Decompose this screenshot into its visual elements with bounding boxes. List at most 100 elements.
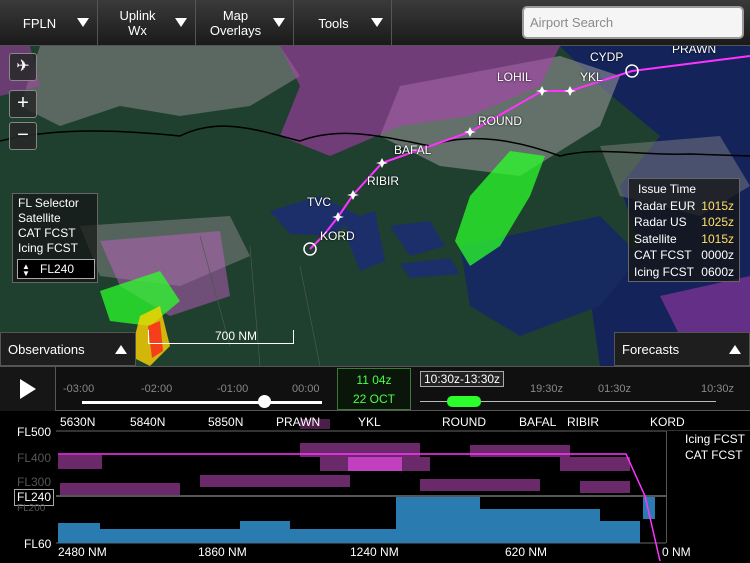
overlays-label: Overlays — [209, 23, 262, 38]
chevron-up-icon — [729, 345, 741, 354]
weather-map[interactable]: CYDP PRAWN LOHIL YKL ROUND BAFAL RIBIR T… — [0, 46, 750, 366]
waypoint-label: ROUND — [478, 114, 522, 128]
fc-tick-label: 19:30z — [530, 383, 564, 395]
flight-level-label: FL300 — [17, 475, 52, 489]
profile-waypoint: KORD — [650, 415, 685, 429]
app-window: FPLN Uplink Wx Map Overlays Tools Airpor… — [0, 0, 750, 563]
observations-label: Observations — [8, 342, 85, 357]
flight-level-label: FL500 — [17, 425, 52, 439]
issue-time: 0600z — [701, 264, 734, 279]
flight-level-label: FL400 — [17, 451, 52, 465]
wx-label: Wx — [128, 23, 147, 38]
profile-distance: 620 NM — [505, 545, 548, 559]
uplink-wx-button[interactable]: Uplink Wx — [98, 0, 196, 46]
profile-legend: Icing FCST CAT FCST — [666, 431, 750, 543]
profile-distance: 1240 NM — [350, 545, 399, 559]
current-time: 11 04z — [356, 373, 392, 387]
flight-level-value: FL240 — [40, 262, 75, 276]
observation-slider-track[interactable] — [82, 401, 322, 404]
uplink-label: Uplink — [119, 8, 156, 23]
issue-time-row: CAT FCST 0000z — [634, 247, 734, 264]
issue-time-row: Satellite 1015z — [634, 231, 734, 248]
chevron-down-icon — [77, 18, 89, 27]
zoom-in-button[interactable]: + — [9, 90, 37, 118]
obs-tick-label: 00:00 — [292, 383, 320, 395]
issue-time: 1025z — [701, 215, 734, 229]
issue-time-row: Radar US 1025z — [634, 214, 734, 231]
up-down-arrow-icon: ▲ ▼ — [22, 262, 30, 278]
issue-time: 1015z — [701, 198, 734, 213]
issue-time: 1015z — [701, 231, 734, 246]
profile-waypoint: 5850N — [208, 415, 244, 429]
airport-search-input[interactable] — [522, 6, 744, 39]
fpln-label: FPLN — [22, 15, 57, 31]
fl-selector-panel: FL Selector Satellite CAT FCST Icing FCS… — [12, 193, 98, 283]
profile-waypoint: RIBIR — [567, 415, 600, 429]
waypoint-label: PRAWN — [672, 46, 717, 56]
map-overlays-button[interactable]: Map Overlays — [196, 0, 294, 46]
flight-level-label: FL60 — [24, 537, 52, 551]
fc-tick-label: 10:30z — [701, 383, 735, 395]
play-icon — [20, 379, 36, 399]
issue-label: Radar EUR — [634, 198, 696, 213]
tools-button[interactable]: Tools — [294, 0, 392, 46]
tools-label: Tools — [318, 15, 349, 31]
forecast-range-label: 10:30z-13:30z — [420, 371, 505, 387]
issue-label: Satellite — [634, 231, 677, 246]
scale-label: 700 NM — [215, 329, 258, 343]
waypoint-label: RIBIR — [367, 174, 400, 188]
fpln-button[interactable]: FPLN — [0, 0, 98, 46]
obs-tick-label: -03:00 — [63, 383, 95, 395]
chevron-down-icon — [371, 18, 383, 27]
profile-waypoint: PRAWN — [276, 415, 321, 429]
profile-distance: 0 NM — [662, 545, 691, 559]
obs-tick-label: -01:00 — [217, 383, 249, 395]
chevron-down-icon — [273, 18, 285, 27]
fc-tick-label: 01:30z — [598, 383, 632, 395]
airplane-center-button[interactable]: ✈ — [9, 53, 37, 81]
forecast-slider-handle[interactable] — [447, 396, 481, 407]
profile-distance: 2480 NM — [58, 545, 107, 559]
issue-label: Icing FCST — [634, 264, 695, 279]
time-slider-bar: -03:00 -02:00 -01:00 00:00 11 04z 22 OCT… — [0, 366, 750, 411]
issue-time-row: Icing FCST 0600z — [634, 264, 734, 281]
observations-button[interactable]: Observations — [0, 332, 136, 366]
profile-distance: 1860 NM — [198, 545, 247, 559]
profile-waypoint: YKL — [358, 415, 381, 429]
profile-waypoint: 5630N — [60, 415, 96, 429]
zoom-out-button[interactable]: − — [9, 122, 37, 150]
waypoint-label: LOHIL — [497, 70, 532, 84]
fl-layer-item[interactable]: CAT FCST — [18, 226, 92, 241]
map-label: Map — [222, 8, 249, 23]
issue-time: 0000z — [701, 248, 734, 262]
profile-waypoint: BAFAL — [519, 415, 557, 429]
top-toolbar: FPLN Uplink Wx Map Overlays Tools — [0, 0, 750, 46]
profile-waypoint: ROUND — [442, 415, 486, 429]
current-date: 22 OCT — [352, 392, 395, 406]
observation-slider-handle[interactable] — [258, 395, 271, 408]
flight-level-label: FL200 — [17, 503, 46, 514]
flight-level-stepper[interactable]: ▲ ▼ FL240 — [17, 259, 95, 279]
obs-tick-label: -02:00 — [141, 383, 173, 395]
waypoint-label: TVC — [307, 195, 331, 209]
fl-layer-item[interactable]: Icing FCST — [18, 241, 92, 256]
issue-label: CAT FCST — [634, 248, 692, 262]
profile-waypoint: 5840N — [130, 415, 166, 429]
waypoint-label: BAFAL — [394, 143, 432, 157]
map-scale-bar: 700 NM — [148, 329, 294, 344]
issue-time-title: Issue Time — [638, 182, 697, 196]
forecasts-button[interactable]: Forecasts — [614, 332, 750, 366]
airplane-icon: ✈ — [16, 58, 30, 75]
legend-item: Icing FCST — [685, 432, 746, 446]
play-button[interactable] — [0, 367, 56, 411]
issue-time-row: Radar EUR 1015z — [634, 198, 734, 215]
legend-item: CAT FCST — [685, 448, 743, 462]
waypoint-label: YKL — [580, 70, 603, 84]
minus-icon: − — [17, 124, 29, 146]
issue-label: Radar US — [634, 215, 687, 229]
waypoint-label: KORD — [320, 229, 355, 243]
fl-layer-item[interactable]: Satellite — [18, 211, 92, 226]
current-time-display: 11 04z 22 OCT — [337, 368, 411, 410]
profile-canvas — [56, 419, 750, 562]
forecasts-label: Forecasts — [622, 342, 680, 357]
